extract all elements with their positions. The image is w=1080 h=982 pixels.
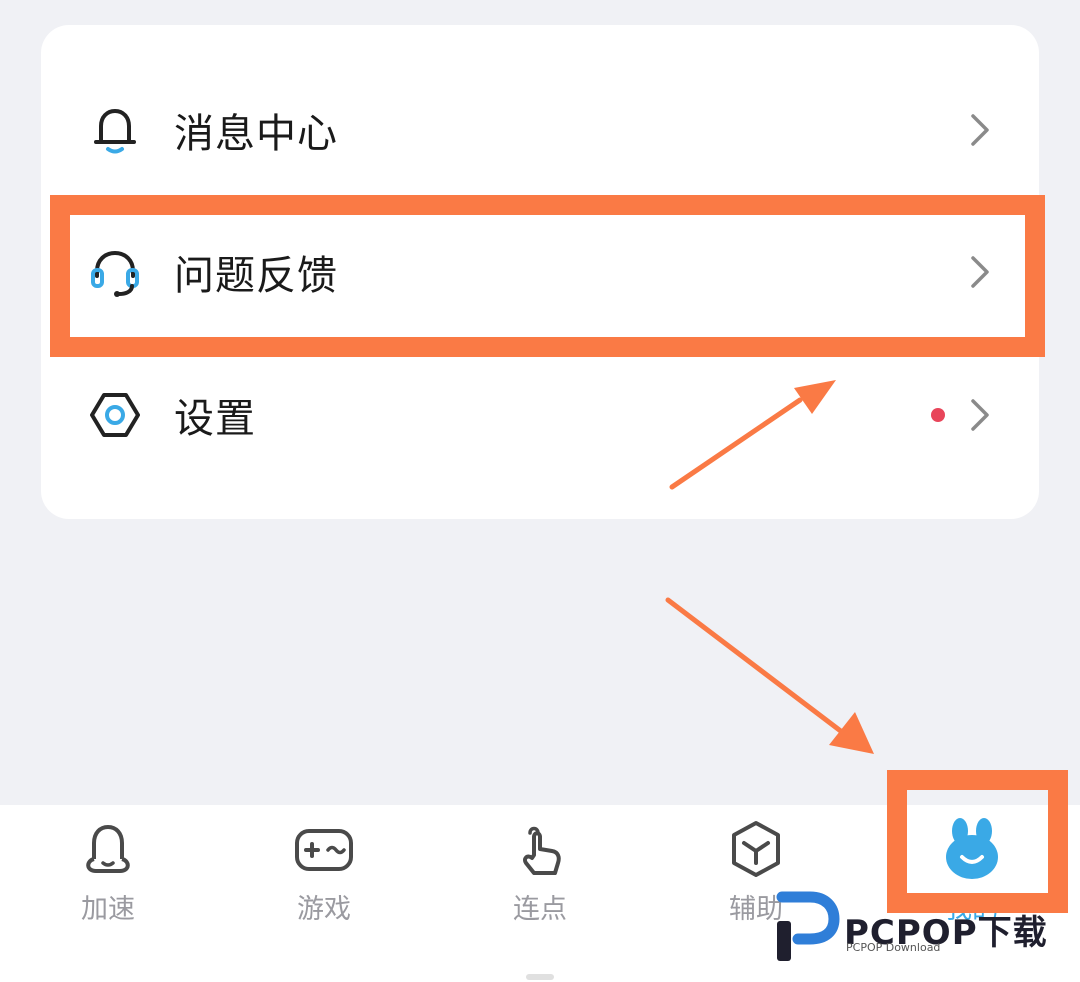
home-indicator xyxy=(526,974,554,980)
watermark: PCPOP下载 PCPOP Download xyxy=(774,885,1074,965)
annotation-arrows xyxy=(665,380,874,754)
arrow-to-feedback xyxy=(669,380,836,490)
arrow-to-mine-tab xyxy=(665,597,874,754)
watermark-logo xyxy=(776,891,840,961)
watermark-sub: PCPOP Download xyxy=(846,941,941,954)
